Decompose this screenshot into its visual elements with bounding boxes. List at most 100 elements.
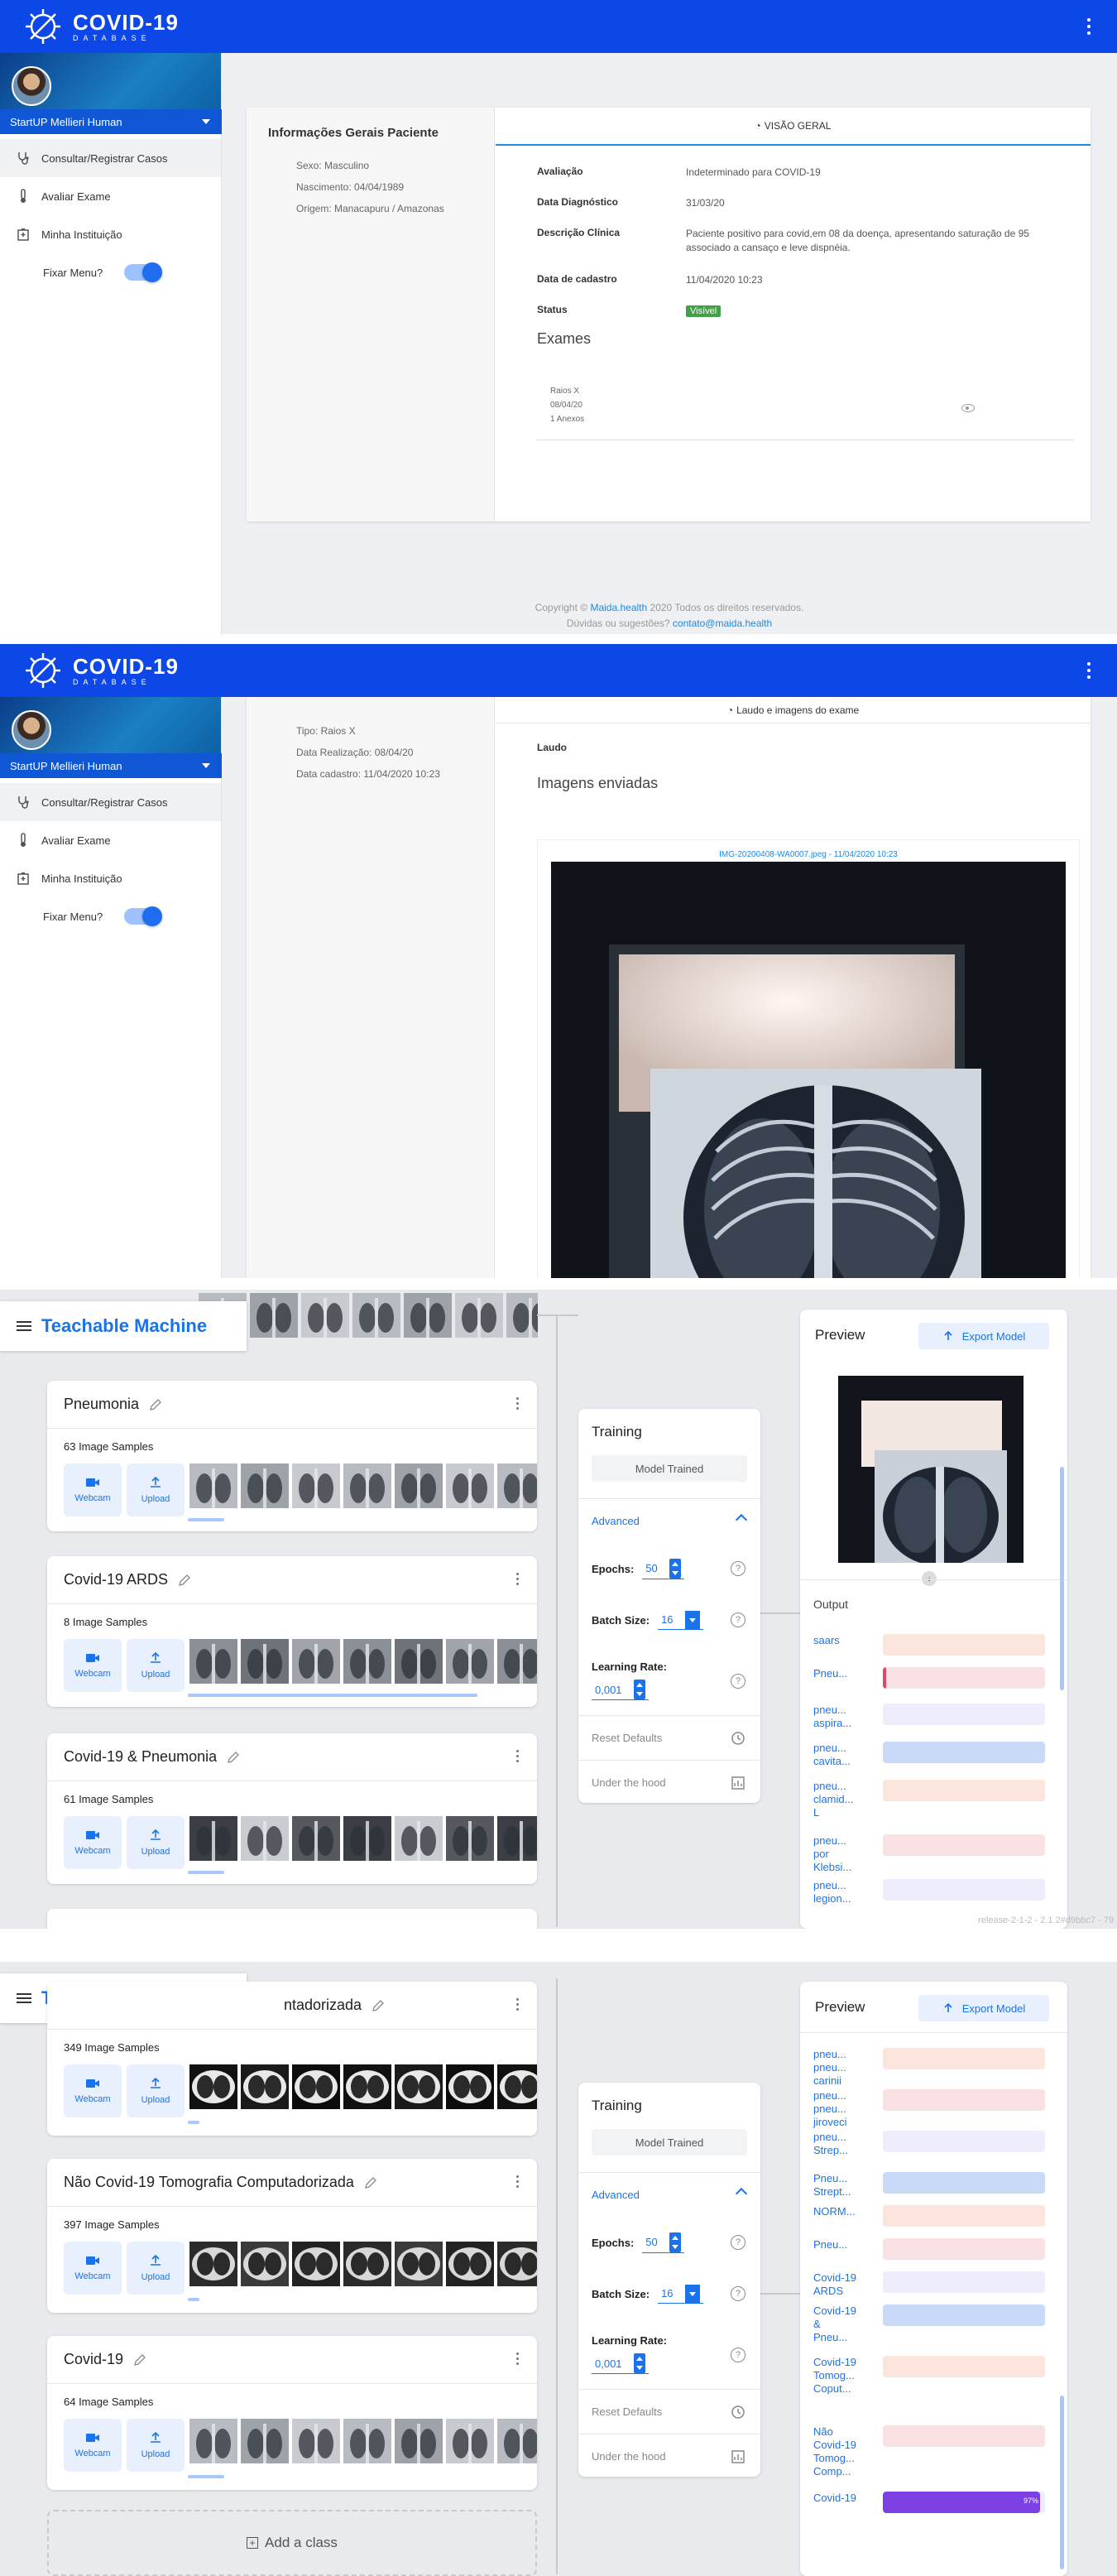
sample-thumbnail[interactable] bbox=[446, 1816, 494, 1861]
edit-icon[interactable] bbox=[178, 1574, 191, 1587]
contact-email-link[interactable]: contato@maida.health bbox=[673, 618, 772, 629]
sample-thumbnail[interactable] bbox=[497, 2064, 537, 2109]
dropdown-icon[interactable] bbox=[684, 1610, 700, 1629]
institution-select[interactable]: StartUP Mellieri Human bbox=[0, 753, 222, 778]
sample-thumbnail[interactable] bbox=[189, 2064, 237, 2109]
help-icon[interactable]: ? bbox=[731, 1612, 745, 1627]
upload-button[interactable]: Upload bbox=[127, 1639, 185, 1692]
sidebar-item-evaluate[interactable]: Avaliar Exame bbox=[0, 177, 221, 215]
sample-thumbnail[interactable] bbox=[189, 1463, 237, 1508]
sample-thumbnail[interactable] bbox=[343, 1463, 391, 1508]
sample-thumbnail[interactable] bbox=[343, 2064, 391, 2109]
sample-thumbnail[interactable] bbox=[343, 1639, 391, 1684]
menu-icon[interactable] bbox=[17, 1321, 31, 1331]
sample-thumbnail[interactable] bbox=[189, 1639, 237, 1684]
sample-thumbnail[interactable] bbox=[189, 1816, 237, 1861]
help-icon[interactable]: ? bbox=[731, 2235, 745, 2250]
sample-thumbnail[interactable] bbox=[343, 2242, 391, 2286]
help-icon[interactable]: ? bbox=[731, 2348, 745, 2362]
edit-icon[interactable] bbox=[364, 2176, 377, 2189]
edit-icon[interactable] bbox=[372, 1999, 385, 2012]
class-name[interactable]: Covid-19 bbox=[64, 2351, 123, 2368]
upload-button[interactable]: Upload bbox=[127, 2064, 185, 2117]
sample-thumbnail[interactable] bbox=[241, 2064, 289, 2109]
epochs-input[interactable]: 50 bbox=[642, 2232, 684, 2253]
more-menu-icon[interactable] bbox=[1087, 18, 1092, 35]
pin-menu-toggle[interactable] bbox=[124, 906, 163, 926]
webcam-button[interactable]: Webcam bbox=[64, 2064, 122, 2117]
sample-thumbnail[interactable] bbox=[395, 1463, 443, 1508]
sample-thumbnail[interactable] bbox=[497, 2419, 537, 2463]
export-model-button[interactable]: Export Model bbox=[918, 1995, 1049, 2021]
sample-thumbnail[interactable] bbox=[497, 2242, 537, 2286]
model-trained-button[interactable]: Model Trained bbox=[592, 2129, 747, 2155]
stepper-icon[interactable] bbox=[669, 2232, 681, 2252]
sample-thumbnail[interactable] bbox=[292, 2064, 340, 2109]
webcam-button[interactable]: Webcam bbox=[64, 1639, 122, 1692]
sidebar-item-institution[interactable]: Minha Instituição bbox=[0, 215, 221, 253]
help-icon[interactable]: ? bbox=[731, 1561, 745, 1576]
sample-thumbnail[interactable] bbox=[497, 1463, 537, 1508]
sample-thumbnail[interactable] bbox=[292, 2419, 340, 2463]
maida-link[interactable]: Maida.health bbox=[590, 602, 647, 613]
under-the-hood-button[interactable]: Under the hood bbox=[578, 1760, 760, 1805]
stepper-icon[interactable] bbox=[633, 2353, 645, 2373]
eye-icon[interactable] bbox=[961, 404, 975, 412]
sample-thumbnail[interactable] bbox=[292, 2242, 340, 2286]
avatar[interactable] bbox=[12, 710, 51, 750]
export-model-button[interactable]: Export Model bbox=[918, 1323, 1049, 1349]
class-menu-icon[interactable] bbox=[516, 1998, 519, 2011]
sample-thumbnail[interactable] bbox=[395, 2419, 443, 2463]
class-name[interactable]: Covid-19 & Pneumonia bbox=[64, 1748, 217, 1766]
help-icon[interactable]: ? bbox=[731, 1674, 745, 1689]
sample-thumbnail[interactable] bbox=[395, 2242, 443, 2286]
image-caption[interactable]: IMG-20200408-WA0007.jpeg - 11/04/2020 10… bbox=[538, 850, 1079, 859]
dropdown-icon[interactable] bbox=[684, 2284, 700, 2303]
sample-thumbnail[interactable] bbox=[189, 2242, 237, 2286]
batch-select[interactable]: 16 bbox=[658, 2284, 703, 2304]
sample-thumbnail[interactable] bbox=[241, 1639, 289, 1684]
sample-thumbnail[interactable] bbox=[292, 1639, 340, 1684]
upload-button[interactable]: Upload bbox=[127, 1816, 185, 1869]
class-menu-icon[interactable] bbox=[516, 2175, 519, 2188]
edit-icon[interactable] bbox=[133, 2353, 146, 2367]
tab-exam-report[interactable]: ◔ Laudo e imagens do exame bbox=[496, 697, 1091, 723]
add-class-button[interactable]: + Add a class bbox=[47, 2510, 537, 2576]
sample-thumbnail[interactable] bbox=[352, 1293, 400, 1338]
sample-thumbnail[interactable] bbox=[455, 1293, 503, 1338]
stepper-icon[interactable] bbox=[633, 1680, 645, 1699]
upload-button[interactable]: Upload bbox=[127, 1463, 185, 1516]
edit-icon[interactable] bbox=[149, 1398, 162, 1411]
class-name[interactable]: Pneumonia bbox=[64, 1396, 139, 1413]
webcam-button[interactable]: Webcam bbox=[64, 2419, 122, 2472]
class-menu-icon[interactable] bbox=[516, 1750, 519, 1762]
xray-image[interactable] bbox=[551, 862, 1066, 1278]
pin-menu-toggle[interactable] bbox=[124, 262, 163, 282]
sample-thumbnail[interactable] bbox=[301, 1293, 349, 1338]
sample-thumbnail[interactable] bbox=[292, 1463, 340, 1508]
exam-item[interactable]: Raios X 08/04/20 1 Anexos bbox=[537, 384, 1074, 440]
under-the-hood-button[interactable]: Under the hood bbox=[578, 2434, 760, 2478]
sidebar-item-institution[interactable]: Minha Instituição bbox=[0, 859, 221, 897]
learning-rate-input[interactable]: 0,001 bbox=[592, 1680, 649, 1700]
sample-thumbnail[interactable] bbox=[446, 2419, 494, 2463]
sample-thumbnail[interactable] bbox=[343, 1816, 391, 1861]
sample-thumbnail[interactable] bbox=[446, 2064, 494, 2109]
class-name[interactable]: Covid-19 ARDS bbox=[64, 1571, 168, 1588]
sample-thumbnail[interactable] bbox=[446, 1463, 494, 1508]
learning-rate-input[interactable]: 0,001 bbox=[592, 2353, 649, 2374]
sidebar-item-cases[interactable]: Consultar/Registrar Casos bbox=[0, 139, 221, 177]
sample-thumbnail[interactable] bbox=[292, 1816, 340, 1861]
reset-defaults-button[interactable]: Reset Defaults bbox=[578, 2389, 760, 2434]
advanced-toggle[interactable]: Advanced bbox=[578, 2172, 760, 2217]
upload-button[interactable]: Upload bbox=[127, 2242, 185, 2295]
class-name[interactable]: Não Covid-19 Tomografia Computadorizada bbox=[64, 2174, 354, 2191]
sample-thumbnail[interactable] bbox=[241, 1816, 289, 1861]
webcam-button[interactable]: Webcam bbox=[64, 1816, 122, 1869]
sample-thumbnail[interactable] bbox=[189, 2419, 237, 2463]
sample-thumbnail[interactable] bbox=[497, 1816, 537, 1861]
upload-button[interactable]: Upload bbox=[127, 2419, 185, 2472]
menu-icon[interactable] bbox=[17, 1993, 31, 2003]
advanced-toggle[interactable]: Advanced bbox=[578, 1498, 760, 1543]
webcam-button[interactable]: Webcam bbox=[64, 1463, 122, 1516]
